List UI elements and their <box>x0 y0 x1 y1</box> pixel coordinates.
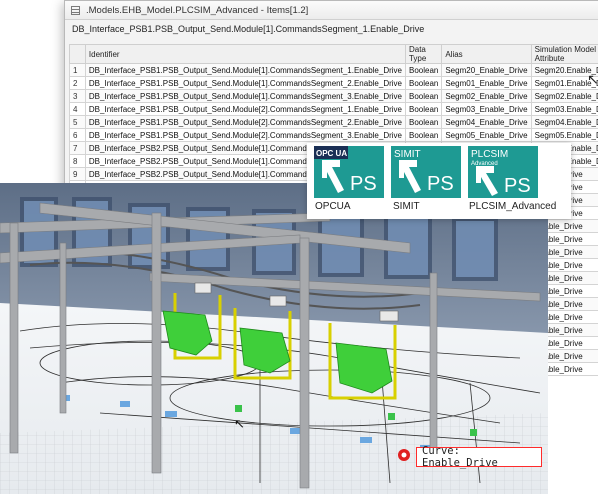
col-header-identifier[interactable]: Identifier <box>84 44 406 64</box>
cell-alias[interactable]: Segm05_Enable_Drive <box>441 128 532 142</box>
table-icon <box>71 5 80 15</box>
logo-plcsim-sub: Advanced <box>471 161 498 167</box>
col-header-sim-attribute[interactable]: Simulation Model Attribute <box>530 44 598 64</box>
cell-sim-attribute[interactable]: Segm05.Enable_Drive <box>530 128 598 142</box>
table-row[interactable]: 2 DB_Interface_PSB1.PSB_Output_Send.Modul… <box>69 76 598 90</box>
table-row[interactable]: 5 DB_Interface_PSB1.PSB_Output_Send.Modul… <box>69 115 598 129</box>
cell-sim-attribute[interactable]: Segm03.Enable_Drive <box>530 102 598 116</box>
cell-data-type[interactable]: Boolean <box>404 76 443 90</box>
scene-mouse-pointer-icon: ↖ <box>234 416 245 431</box>
logo-simit[interactable]: SIMIT PS <box>391 146 461 198</box>
logo-simit-mark: PS <box>427 173 454 195</box>
cell-data-type[interactable]: Boolean <box>404 115 443 129</box>
tool-logos-panel: OPC UA PS OPCUA SIMIT PS SIMIT PLCSIM Ad… <box>307 143 571 219</box>
table-row[interactable]: 1 DB_Interface_PSB1.PSB_Output_Send.Modul… <box>69 63 598 77</box>
cell-data-type[interactable]: Boolean <box>404 89 443 103</box>
mouse-pointer-icon: ↖ <box>587 71 598 87</box>
row-number[interactable]: 1 <box>69 63 86 77</box>
cell-sim-attribute[interactable]: Segm04.Enable_Drive <box>530 115 598 129</box>
logo-plcsim-caption: PLCSIM_Advanced <box>469 201 557 212</box>
cell-identifier[interactable]: DB_Interface_PSB1.PSB_Output_Send.Module… <box>84 115 406 129</box>
cell-alias[interactable]: Segm02_Enable_Drive <box>441 89 532 103</box>
row-number[interactable]: 2 <box>69 76 86 90</box>
cell-alias[interactable]: Segm03_Enable_Drive <box>441 102 532 116</box>
cell-alias[interactable]: Segm20_Enable_Drive <box>441 63 532 77</box>
cell-alias[interactable]: Segm01_Enable_Drive <box>441 76 532 90</box>
row-number[interactable]: 3 <box>69 89 86 103</box>
row-number[interactable]: 8 <box>69 154 86 168</box>
row-number[interactable]: 9 <box>69 167 86 181</box>
logo-opcua-badge: OPC UA <box>316 149 347 158</box>
col-header-data-type[interactable]: Data Type <box>404 44 443 64</box>
logo-plcsim-badge: PLCSIM <box>471 149 508 160</box>
cell-identifier[interactable]: DB_Interface_PSB1.PSB_Output_Send.Module… <box>84 89 406 103</box>
logo-simit-caption: SIMIT <box>393 201 420 212</box>
cell-data-type[interactable]: Boolean <box>404 128 443 142</box>
col-header-rownum[interactable] <box>69 44 86 64</box>
logo-plcsim-mark: PS <box>504 175 531 197</box>
logo-opcua[interactable]: OPC UA PS <box>314 146 384 198</box>
table-row[interactable]: 4 DB_Interface_PSB1.PSB_Output_Send.Modul… <box>69 102 598 116</box>
row-number[interactable]: 6 <box>69 128 86 142</box>
logo-opcua-mark: PS <box>350 173 377 195</box>
cell-identifier[interactable]: DB_Interface_PSB1.PSB_Output_Send.Module… <box>84 128 406 142</box>
table-row[interactable]: 3 DB_Interface_PSB1.PSB_Output_Send.Modul… <box>69 89 598 103</box>
table-row[interactable]: 6 DB_Interface_PSB1.PSB_Output_Send.Modul… <box>69 128 598 142</box>
row-number[interactable]: 7 <box>69 141 86 155</box>
logo-opcua-caption: OPCUA <box>315 201 351 212</box>
row-number[interactable]: 4 <box>69 102 86 116</box>
cell-sim-attribute[interactable]: Segm02.Enable_Drive <box>530 89 598 103</box>
cell-alias[interactable]: Segm04_Enable_Drive <box>441 115 532 129</box>
col-header-alias[interactable]: Alias <box>441 44 532 64</box>
window-title: .Models.EHB_Model.PLCSIM_Advanced - Item… <box>86 4 309 16</box>
row-number[interactable]: 5 <box>69 115 86 129</box>
window-titlebar[interactable]: .Models.EHB_Model.PLCSIM_Advanced - Item… <box>65 1 598 20</box>
logo-simit-badge: SIMIT <box>394 149 421 160</box>
cell-data-type[interactable]: Boolean <box>404 102 443 116</box>
cell-identifier[interactable]: DB_Interface_PSB1.PSB_Output_Send.Module… <box>84 76 406 90</box>
item-path-field[interactable]: DB_Interface_PSB1.PSB_Output_Send.Module… <box>69 22 595 40</box>
cell-identifier[interactable]: DB_Interface_PSB1.PSB_Output_Send.Module… <box>84 102 406 116</box>
curve-label: Curve: Enable_Drive <box>416 445 542 469</box>
cell-identifier[interactable]: DB_Interface_PSB1.PSB_Output_Send.Module… <box>84 63 406 77</box>
logo-plcsim-advanced[interactable]: PLCSIM Advanced PS <box>468 146 538 198</box>
cell-data-type[interactable]: Boolean <box>404 63 443 77</box>
table-header-row: Identifier Data Type Alias Simulation Mo… <box>69 44 598 64</box>
